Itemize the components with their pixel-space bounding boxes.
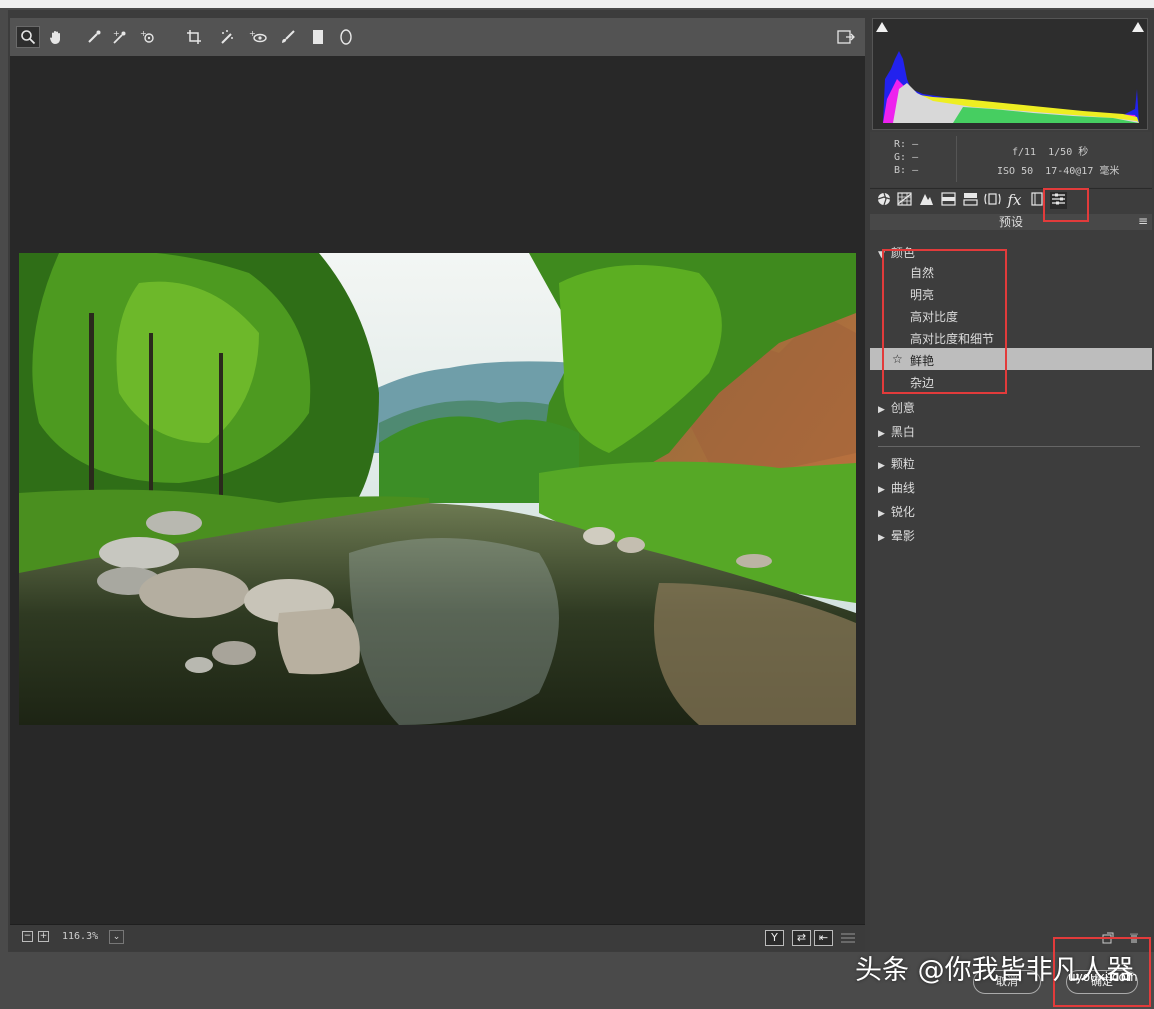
effects-tab-icon[interactable]: fx [1006, 192, 1023, 209]
basic-tab-icon[interactable] [875, 192, 892, 209]
collapsed-arrow-icon: ▶ [878, 461, 885, 471]
preset-group-grain[interactable]: ▶ 颗粒 [878, 455, 915, 472]
svg-text:+: + [249, 29, 256, 38]
panel-tabs: fx [870, 188, 1152, 213]
histogram [872, 18, 1148, 130]
panel-title: 预设 [870, 214, 1152, 230]
color-sampler-icon[interactable]: + [108, 26, 132, 48]
crop-icon[interactable] [182, 26, 206, 48]
preset-group-label: 晕影 [890, 529, 915, 543]
copy-settings-button[interactable]: ⇤ [814, 930, 833, 946]
panel-menu-icon[interactable]: ≡ [1138, 214, 1148, 228]
hand-icon[interactable] [44, 26, 68, 48]
svg-text:+: + [113, 29, 120, 38]
red-eye-icon[interactable]: + [246, 26, 270, 48]
preset-group-label: 创意 [890, 401, 915, 415]
b-label: B: [894, 165, 907, 176]
preset-group-curve[interactable]: ▶ 曲线 [878, 479, 915, 496]
status-bar: − + 116.3% ⌄ Y ⇄ ⇤ [10, 924, 865, 951]
collapsed-arrow-icon: ▶ [878, 533, 885, 543]
white-balance-icon[interactable] [82, 26, 106, 48]
hsl-tab-icon[interactable] [940, 192, 957, 209]
preset-group-bw[interactable]: ▶ 黑白 [878, 423, 915, 440]
iso-value: ISO 50 [997, 166, 1034, 177]
preset-group-label: 颗粒 [890, 457, 915, 471]
targeted-adjust-icon[interactable]: + [136, 26, 160, 48]
zoom-in-button[interactable]: + [38, 931, 49, 942]
collapsed-arrow-icon: ▶ [878, 405, 885, 415]
info-divider [956, 136, 957, 182]
preset-divider [878, 446, 1140, 447]
photo-preview [19, 253, 856, 725]
svg-text:+: + [140, 29, 147, 38]
collapsed-arrow-icon: ▶ [878, 509, 885, 519]
fullscreen-toggle-icon[interactable] [834, 26, 858, 48]
zoom-dropdown[interactable]: ⌄ [109, 930, 124, 944]
exposure-line-1: f/11 1/50 秒 [1012, 143, 1088, 158]
preview-settings-icon[interactable] [840, 930, 856, 946]
highlight-box-presets-tab [1043, 188, 1089, 222]
preset-group-vignette[interactable]: ▶ 晕影 [878, 527, 915, 544]
zoom-level: 116.3% [62, 931, 99, 942]
aperture-value: f/11 [1012, 147, 1037, 158]
lens-value: 17-40@17 毫米 [1045, 166, 1120, 177]
lens-corrections-tab-icon[interactable] [984, 192, 1001, 209]
preset-group-label: 黑白 [890, 425, 915, 439]
swap-before-after-button[interactable]: ⇄ [792, 930, 811, 946]
image-canvas: + + + − + 116.3% ⌄ Y ⇄ ⇤ [10, 18, 865, 951]
highlight-box-color-presets [882, 249, 1007, 394]
window-top-strip [0, 0, 1154, 8]
adjustment-brush-icon[interactable] [276, 26, 300, 48]
g-label: G: [894, 152, 907, 163]
split-toning-tab-icon[interactable] [962, 192, 979, 209]
collapsed-arrow-icon: ▶ [878, 429, 885, 439]
preset-group-creative[interactable]: ▶ 创意 [878, 399, 915, 416]
collapsed-arrow-icon: ▶ [878, 485, 885, 495]
detail-tab-icon[interactable] [918, 192, 935, 209]
before-after-button[interactable]: Y [765, 930, 784, 946]
b-value: — [912, 165, 919, 176]
preset-group-label: 锐化 [890, 505, 915, 519]
preset-group-sharpen[interactable]: ▶ 锐化 [878, 503, 915, 520]
preset-group-label: 曲线 [890, 481, 915, 495]
image-info: R: — G: — B: — f/11 1/50 秒 ISO 50 17-40@… [870, 132, 1152, 187]
radial-filter-icon[interactable] [334, 26, 358, 48]
highlight-clipping-icon[interactable] [1131, 21, 1145, 36]
tool-bar: + + + [10, 18, 865, 56]
zoom-icon[interactable] [16, 26, 40, 48]
r-value: — [912, 139, 919, 150]
watermark-site: uyouxi.com [1068, 970, 1138, 984]
rgb-readout: R: — G: — B: — [894, 138, 918, 177]
shutter-value: 1/50 秒 [1048, 147, 1089, 158]
right-panel: R: — G: — B: — f/11 1/50 秒 ISO 50 17-40@… [870, 18, 1152, 950]
zoom-out-button[interactable]: − [22, 931, 33, 942]
tone-curve-tab-icon[interactable] [896, 192, 913, 209]
g-value: — [912, 152, 919, 163]
graduated-filter-icon[interactable] [306, 26, 330, 48]
spot-removal-icon[interactable] [216, 26, 240, 48]
r-label: R: [894, 139, 907, 150]
exposure-line-2: ISO 50 17-40@17 毫米 [997, 162, 1119, 177]
shadow-clipping-icon[interactable] [875, 21, 889, 36]
